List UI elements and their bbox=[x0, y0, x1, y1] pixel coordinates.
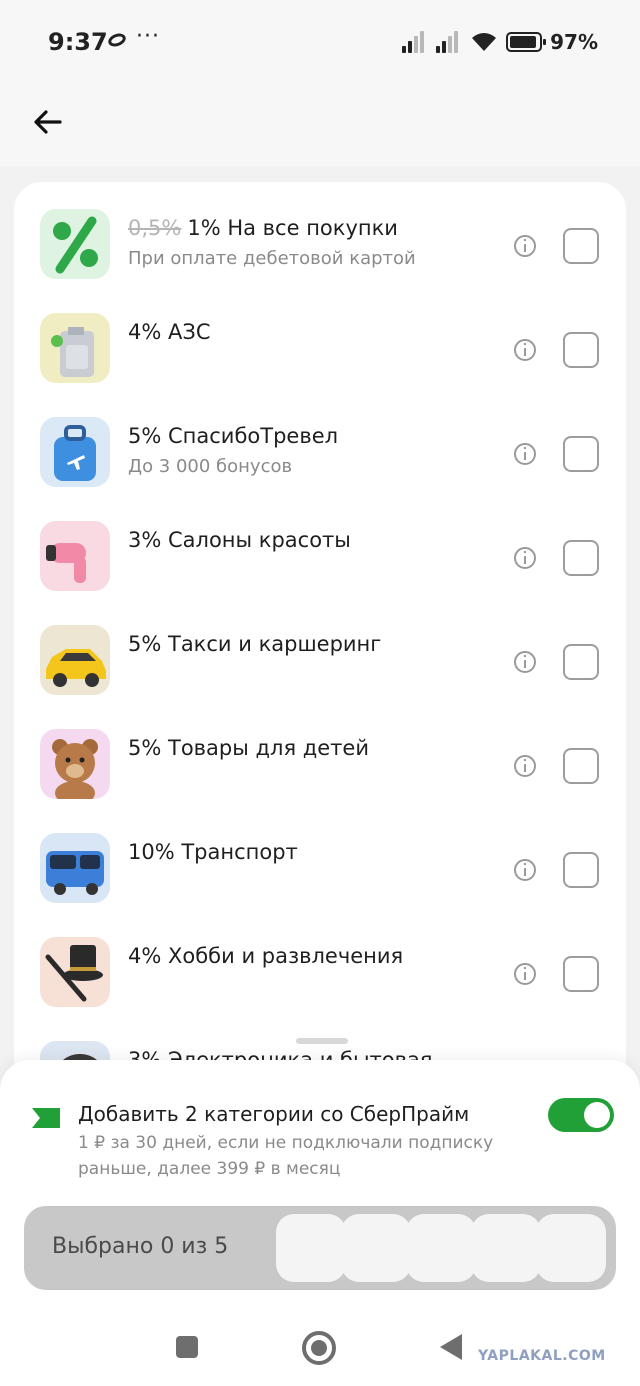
category-checkbox[interactable] bbox=[563, 540, 599, 576]
selection-slot bbox=[536, 1214, 606, 1282]
signal-1-icon bbox=[402, 31, 428, 53]
system-nav-bar: YAPLAKAL.COM bbox=[0, 1306, 640, 1386]
selection-slot bbox=[406, 1214, 476, 1282]
category-row-kids[interactable]: 5% Товары для детей bbox=[14, 702, 626, 806]
category-list: 0,5% 1% На все покупки При оплате дебетов… bbox=[14, 182, 626, 1102]
percent-icon bbox=[40, 209, 110, 279]
header bbox=[0, 86, 640, 166]
category-checkbox[interactable] bbox=[563, 748, 599, 784]
category-row-taxi[interactable]: 5% Такси и каршеринг bbox=[14, 598, 626, 702]
bus-icon bbox=[40, 833, 110, 903]
selected-count-label: Выбрано 0 из 5 bbox=[52, 1234, 229, 1259]
sheet-handle[interactable] bbox=[296, 1038, 348, 1044]
teddy-bear-icon bbox=[40, 729, 110, 799]
info-icon[interactable] bbox=[514, 755, 536, 777]
back-button[interactable] bbox=[28, 102, 68, 142]
category-title: 10% Транспорт bbox=[128, 840, 298, 864]
sberprime-logo-icon bbox=[32, 1108, 60, 1128]
category-checkbox[interactable] bbox=[563, 436, 599, 472]
category-checkbox[interactable] bbox=[563, 332, 599, 368]
toggle-knob bbox=[584, 1102, 610, 1128]
battery-icon bbox=[506, 32, 547, 52]
fuel-canister-icon bbox=[40, 313, 110, 383]
category-checkbox[interactable] bbox=[563, 228, 599, 264]
arrow-left-icon bbox=[34, 110, 62, 134]
wifi-icon bbox=[472, 33, 497, 51]
category-title: 5% Такси и каршеринг bbox=[128, 632, 382, 656]
prime-toggle[interactable] bbox=[548, 1098, 614, 1132]
category-title: 4% Хобби и развлечения bbox=[128, 944, 404, 968]
category-row-fuel[interactable]: 4% АЗС bbox=[14, 286, 626, 390]
category-row-transport[interactable]: 10% Транспорт bbox=[14, 806, 626, 910]
hair-dryer-icon bbox=[40, 521, 110, 591]
info-icon[interactable] bbox=[514, 339, 536, 361]
suitcase-plane-icon bbox=[40, 417, 110, 487]
selection-slot bbox=[276, 1214, 346, 1282]
category-row-hobby[interactable]: 4% Хобби и развлечения bbox=[14, 910, 626, 1014]
category-checkbox[interactable] bbox=[563, 644, 599, 680]
category-title: 0,5% 1% На все покупки bbox=[128, 216, 398, 240]
status-time: 9:37 bbox=[48, 28, 108, 56]
prime-title: Добавить 2 категории со СберПрайм bbox=[78, 1102, 470, 1126]
category-subtitle: При оплате дебетовой картой bbox=[128, 248, 416, 269]
selection-slot bbox=[471, 1214, 541, 1282]
home-button[interactable] bbox=[302, 1331, 336, 1365]
status-bar: 9:37 ··· 97% bbox=[0, 0, 640, 86]
category-title: 4% АЗС bbox=[128, 320, 211, 344]
category-title: 3% Салоны красоты bbox=[128, 528, 351, 552]
category-checkbox[interactable] bbox=[563, 956, 599, 992]
info-icon[interactable] bbox=[514, 443, 536, 465]
category-row-all-purchases[interactable]: 0,5% 1% На все покупки При оплате дебетов… bbox=[14, 182, 626, 286]
info-icon[interactable] bbox=[514, 235, 536, 257]
info-icon[interactable] bbox=[514, 651, 536, 673]
category-row-travel[interactable]: 5% СпасибоТревел До 3 000 бонусов bbox=[14, 390, 626, 494]
taxi-car-icon bbox=[40, 625, 110, 695]
more-notifications-icon: ··· bbox=[136, 24, 160, 49]
status-indicators: 97% bbox=[402, 30, 598, 54]
old-rate: 0,5% bbox=[128, 216, 182, 240]
battery-percent: 97% bbox=[550, 30, 598, 54]
info-icon[interactable] bbox=[514, 547, 536, 569]
category-title: 5% СпасибоТревел bbox=[128, 424, 339, 448]
selection-slot bbox=[341, 1214, 411, 1282]
prime-description: 1 ₽ за 30 дней, если не подключали подпи… bbox=[78, 1133, 494, 1179]
magic-hat-icon bbox=[40, 937, 110, 1007]
info-icon[interactable] bbox=[514, 859, 536, 881]
category-row-beauty[interactable]: 3% Салоны красоты bbox=[14, 494, 626, 598]
notification-oval-icon bbox=[106, 31, 128, 49]
signal-2-icon bbox=[436, 31, 462, 53]
category-subtitle: До 3 000 бонусов bbox=[128, 456, 293, 477]
category-checkbox[interactable] bbox=[563, 852, 599, 888]
back-nav-button[interactable] bbox=[440, 1334, 462, 1360]
selection-summary: Выбрано 0 из 5 bbox=[24, 1206, 616, 1290]
watermark: YAPLAKAL.COM bbox=[478, 1348, 606, 1364]
recents-button[interactable] bbox=[176, 1336, 198, 1358]
category-title: 5% Товары для детей bbox=[128, 736, 369, 760]
info-icon[interactable] bbox=[514, 963, 536, 985]
